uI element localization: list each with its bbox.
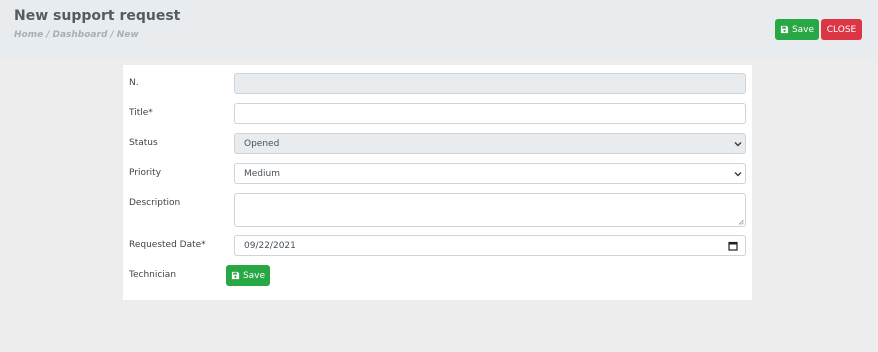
requested-date-input[interactable]: 09/22/2021: [234, 235, 746, 256]
number-label: N.: [129, 78, 139, 88]
description-textarea[interactable]: [234, 193, 746, 227]
chevron-down-icon: [734, 170, 742, 178]
breadcrumb-current: New: [116, 30, 139, 40]
title-input[interactable]: [234, 103, 746, 124]
priority-select[interactable]: Medium: [234, 163, 746, 184]
number-field: [234, 73, 746, 94]
priority-value: Medium: [244, 168, 280, 179]
status-value: Opened: [244, 138, 280, 149]
floppy-disk-icon: [780, 25, 789, 34]
calendar-icon[interactable]: [728, 241, 738, 251]
title-label: Title*: [129, 108, 153, 118]
chevron-down-icon: [734, 140, 742, 148]
save-button-label: Save: [791, 24, 815, 35]
breadcrumb-dashboard[interactable]: Dashboard: [53, 30, 108, 40]
page-title: New support request: [14, 8, 181, 24]
breadcrumb: Home / Dashboard / New: [14, 30, 139, 40]
technician-save-label: Save: [242, 270, 266, 281]
description-label: Description: [129, 198, 181, 208]
resize-handle-icon[interactable]: [738, 219, 744, 225]
technician-label: Technician: [129, 270, 177, 280]
save-button[interactable]: Save: [775, 19, 819, 40]
page-header: New support request Home / Dashboard / N…: [0, 0, 878, 58]
floppy-disk-icon: [231, 271, 240, 280]
breadcrumb-separator: /: [110, 30, 114, 40]
support-request-form: N. Title* Status Opened Priority Medium …: [123, 65, 752, 300]
requested-date-value: 09/22/2021: [244, 240, 296, 251]
technician-save-button[interactable]: Save: [226, 265, 270, 286]
priority-label: Priority: [129, 168, 162, 178]
close-button[interactable]: CLOSE: [821, 19, 862, 40]
status-label: Status: [129, 138, 158, 148]
breadcrumb-home[interactable]: Home: [14, 30, 43, 40]
breadcrumb-separator: /: [46, 30, 50, 40]
status-select[interactable]: Opened: [234, 133, 746, 154]
requested-date-label: Requested Date*: [129, 240, 206, 250]
